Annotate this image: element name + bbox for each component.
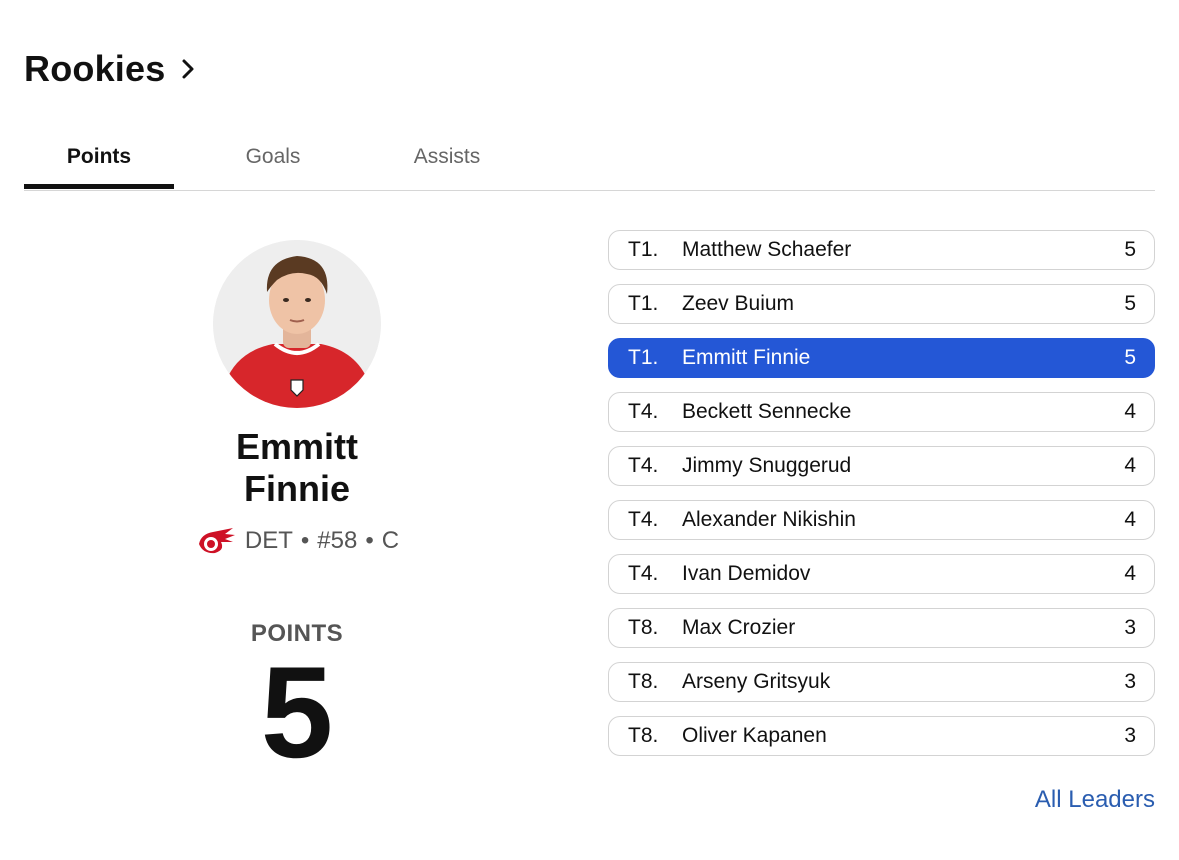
leader-value: 3 (1124, 670, 1136, 693)
tab-goals[interactable]: Goals (174, 126, 372, 188)
leader-name: Max Crozier (682, 616, 796, 639)
leader-name: Arseny Gritsyuk (682, 670, 831, 693)
player-team: DET (244, 527, 293, 554)
list-item[interactable]: T4. Ivan Demidov 4 (608, 554, 1155, 594)
leader-value: 4 (1124, 562, 1136, 585)
leader-name: Emmitt Finnie (682, 346, 811, 369)
leader-value: 5 (1124, 346, 1136, 369)
red-wings-logo-icon (198, 528, 235, 554)
leader-value: 4 (1124, 454, 1136, 477)
leader-value: 3 (1124, 616, 1136, 639)
list-item[interactable]: T1. Matthew Schaefer 5 (608, 230, 1155, 270)
leader-value: 5 (1124, 238, 1136, 261)
tab-points[interactable]: Points (24, 126, 174, 189)
list-item[interactable]: T1. Zeev Buium 5 (608, 284, 1155, 324)
leader-name: Zeev Buium (682, 292, 795, 315)
leader-value: 4 (1124, 508, 1136, 531)
section-header[interactable]: Rookies (24, 44, 199, 94)
featured-player-card: Emmitt Finnie DET • #58 • C POINTS 5 (0, 240, 594, 785)
leader-rank: T1. (628, 292, 659, 315)
list-item[interactable]: T8. Oliver Kapanen 3 (608, 716, 1155, 756)
list-item[interactable]: T8. Arseny Gritsyuk 3 (608, 662, 1155, 702)
leader-name: Oliver Kapanen (682, 724, 827, 747)
leader-name: Ivan Demidov (682, 562, 811, 585)
list-item[interactable]: T4. Jimmy Snuggerud 4 (608, 446, 1155, 486)
leader-name: Matthew Schaefer (682, 238, 852, 261)
leader-rank: T4. (628, 400, 659, 423)
list-item[interactable]: T4. Alexander Nikishin 4 (608, 500, 1155, 540)
leader-rank: T4. (628, 508, 659, 531)
list-item[interactable]: T8. Max Crozier 3 (608, 608, 1155, 648)
section-title: Rookies (24, 48, 166, 89)
player-last-name: Finnie (244, 468, 350, 509)
leader-rank: T8. (628, 724, 659, 747)
player-name: Emmitt Finnie (0, 426, 594, 510)
player-number: #58 (317, 527, 358, 554)
meta-separator: • (365, 527, 374, 554)
chevron-right-icon (182, 59, 194, 79)
stat-tabs: Points Goals Assists (24, 126, 1155, 191)
leaders-list: T1. Matthew Schaefer 5 T1. Zeev Buium 5 … (608, 230, 1155, 770)
avatar[interactable] (213, 240, 381, 408)
leader-rank: T1. (628, 238, 659, 261)
leader-name: Beckett Sennecke (682, 400, 852, 423)
leader-rank: T4. (628, 454, 659, 477)
list-item-selected[interactable]: T1. Emmitt Finnie 5 (608, 338, 1155, 378)
tab-assists[interactable]: Assists (372, 126, 522, 188)
stat-value: 5 (260, 639, 334, 785)
leader-name: Alexander Nikishin (682, 508, 856, 531)
meta-separator: • (300, 527, 310, 554)
player-headshot (213, 240, 381, 408)
leader-rank: T4. (628, 562, 659, 585)
leader-rank: T1. (628, 346, 659, 369)
leader-value: 4 (1124, 400, 1136, 423)
leader-value: 3 (1124, 724, 1136, 747)
player-meta: DET • #58 • C (0, 526, 594, 556)
leader-name: Jimmy Snuggerud (682, 454, 852, 477)
list-item[interactable]: T4. Beckett Sennecke 4 (608, 392, 1155, 432)
leader-rank: T8. (628, 670, 659, 693)
all-leaders-link[interactable]: All Leaders (1035, 786, 1155, 814)
player-position: C (381, 527, 400, 554)
player-first-name: Emmitt (235, 426, 358, 467)
leader-rank: T8. (628, 616, 659, 639)
leader-value: 5 (1124, 292, 1136, 315)
